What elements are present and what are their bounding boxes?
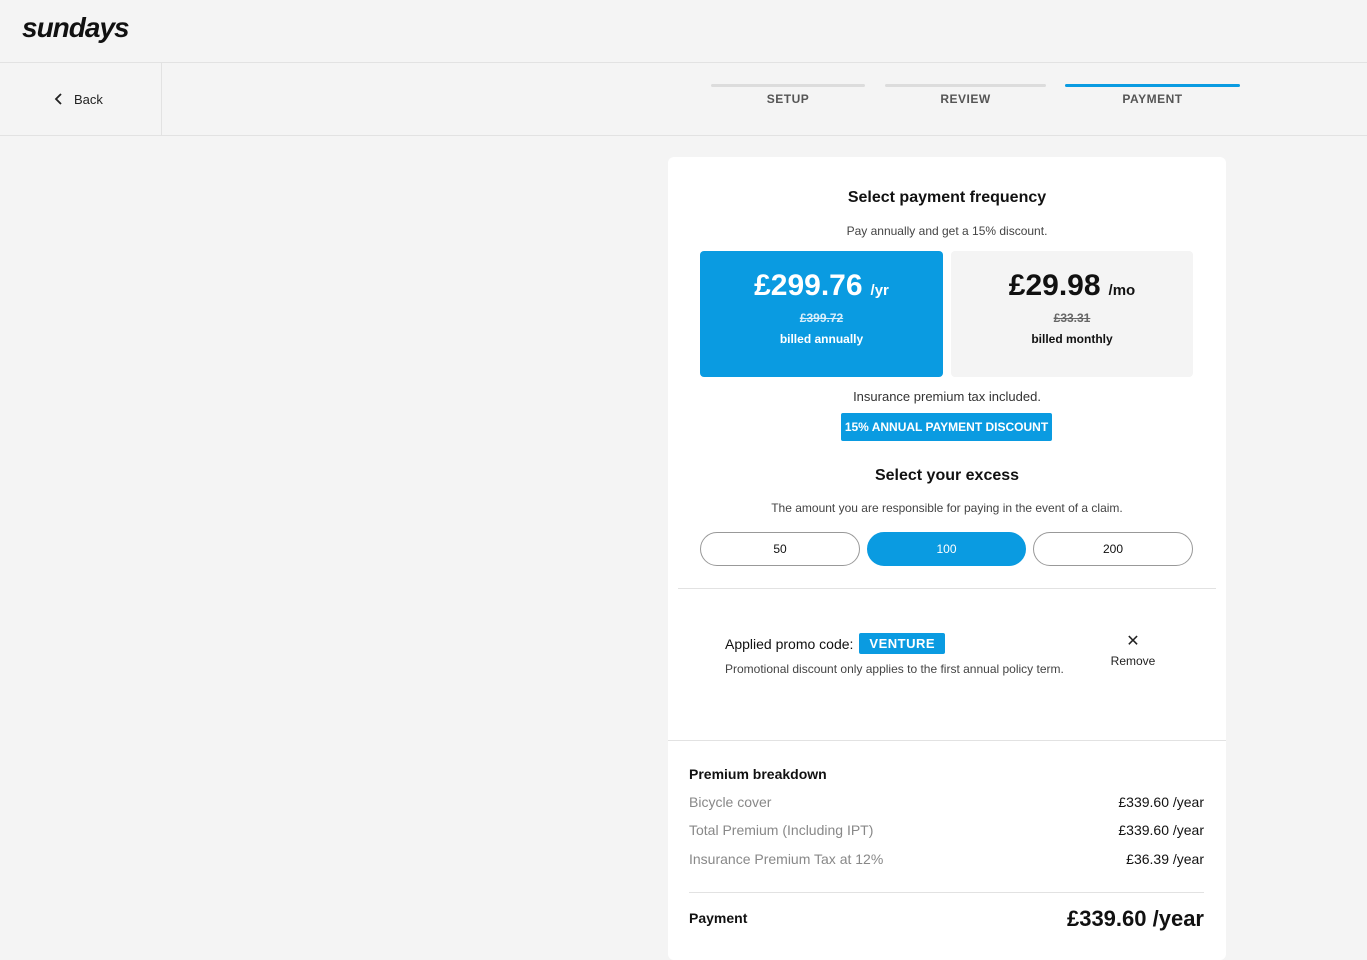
monthly-billed-label: billed monthly [1031, 332, 1113, 346]
nav-divider [161, 63, 162, 136]
annual-billed-label: billed annually [779, 332, 864, 346]
monthly-old-price: £33.31 [1053, 311, 1091, 325]
frequency-subtitle: Pay annually and get a 15% discount. [846, 224, 1048, 238]
step-review-bar [885, 84, 1046, 87]
breakdown-row-label: Insurance Premium Tax at 12% [689, 851, 884, 867]
breakdown-row-label: Total Premium (Including IPT) [689, 822, 874, 838]
monthly-price: £29.98 [1008, 269, 1101, 302]
monthly-price-line: £29.98/mo [951, 269, 1193, 303]
step-payment-bar [1065, 84, 1240, 87]
breakdown-title: Premium breakdown [689, 766, 827, 782]
breakdown-row: Bicycle cover £339.60 /year [689, 794, 1204, 814]
back-button[interactable]: Back [52, 88, 103, 110]
breakdown-row-label: Bicycle cover [689, 794, 772, 810]
chevron-left-icon [54, 93, 62, 105]
step-setup-bar [711, 84, 865, 87]
tax-note: Insurance premium tax included. [853, 389, 1041, 404]
step-setup-label: SETUP [766, 92, 810, 106]
breakdown-divider [689, 892, 1204, 893]
breakdown-row-value: £339.60 /year [1118, 794, 1204, 810]
breakdown-row: Total Premium (Including IPT) £339.60 /y… [689, 822, 1204, 842]
excess-option-50[interactable]: 50 [700, 532, 860, 566]
promo-code-badge: VENTURE [859, 633, 946, 654]
annual-price-line: £299.76/yr [700, 269, 943, 303]
top-bar: sundays [0, 0, 1367, 63]
remove-promo-button[interactable]: ✕ Remove [1098, 633, 1168, 669]
excess-subtitle: The amount you are responsible for payin… [771, 501, 1123, 515]
promo-label: Applied promo code: VENTURE [725, 633, 946, 654]
annual-old-price: £399.72 [799, 311, 844, 325]
step-payment-label: PAYMENT [1122, 92, 1183, 106]
breakdown-row-value: £36.39 /year [1126, 851, 1204, 867]
excess-option-200[interactable]: 200 [1033, 532, 1193, 566]
step-review: REVIEW [885, 84, 1046, 114]
close-icon: ✕ [1126, 633, 1140, 650]
promo-note: Promotional discount only applies to the… [725, 662, 1064, 676]
remove-label: Remove [1110, 654, 1156, 668]
promo-label-text: Applied promo code: [725, 635, 854, 652]
breakdown-row-value: £339.60 /year [1118, 822, 1204, 838]
step-review-label: REVIEW [940, 92, 991, 106]
step-navigation: Back SETUP REVIEW PAYMENT [0, 63, 1367, 136]
payment-label: Payment [689, 910, 748, 926]
payment-card: Select payment frequency Pay annually an… [668, 157, 1226, 960]
step-payment: PAYMENT [1065, 84, 1240, 114]
discount-badge: 15% ANNUAL PAYMENT DISCOUNT [841, 413, 1052, 441]
annual-option[interactable]: £299.76/yr £399.72 billed annually [700, 251, 943, 377]
payment-total: £339.60 /year [1066, 906, 1204, 931]
frequency-title: Select payment frequency [847, 189, 1047, 206]
breakdown-row: Insurance Premium Tax at 12% £36.39 /yea… [689, 851, 1204, 871]
annual-price: £299.76 [754, 269, 863, 302]
premium-breakdown: Premium breakdown Bicycle cover £339.60 … [668, 740, 1226, 960]
section-divider [678, 588, 1216, 589]
excess-option-100[interactable]: 100 [867, 532, 1026, 566]
monthly-option[interactable]: £29.98/mo £33.31 billed monthly [951, 251, 1193, 377]
step-setup: SETUP [711, 84, 865, 114]
back-label: Back [74, 91, 103, 107]
excess-title: Select your excess [874, 467, 1020, 484]
annual-period: /yr [870, 282, 889, 299]
monthly-period: /mo [1108, 282, 1136, 299]
sundays-logo[interactable]: sundays [22, 12, 130, 44]
